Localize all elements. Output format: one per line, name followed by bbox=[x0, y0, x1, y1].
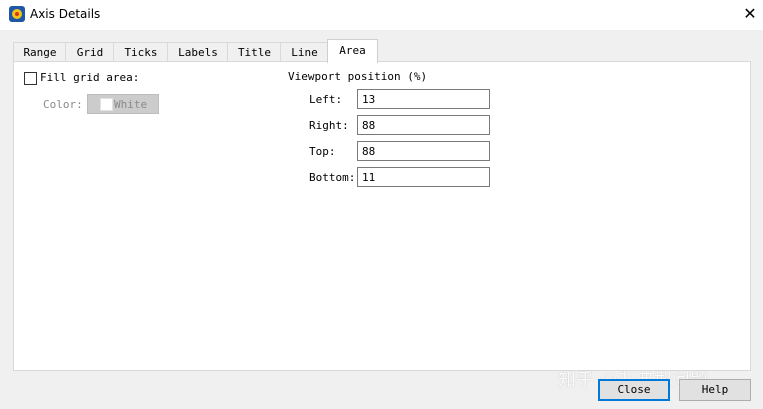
title-bar: Axis Details ✕ bbox=[0, 0, 763, 30]
top-input[interactable] bbox=[357, 141, 490, 161]
tab-labels[interactable]: Labels bbox=[167, 42, 229, 62]
tab-line[interactable]: Line bbox=[280, 42, 329, 62]
color-label: Color: bbox=[43, 98, 83, 111]
help-button[interactable]: Help bbox=[679, 379, 751, 401]
color-picker-button[interactable]: White bbox=[87, 94, 159, 114]
viewport-position-heading: Viewport position (%) bbox=[288, 70, 428, 83]
window-title: Axis Details bbox=[30, 7, 101, 21]
tab-grid[interactable]: Grid bbox=[65, 42, 115, 62]
right-label: Right: bbox=[309, 119, 349, 132]
top-label: Top: bbox=[309, 145, 336, 158]
right-input[interactable] bbox=[357, 115, 490, 135]
tab-range[interactable]: Range bbox=[13, 42, 67, 62]
close-button[interactable]: Close bbox=[598, 379, 670, 401]
app-icon bbox=[9, 6, 25, 22]
tab-ticks[interactable]: Ticks bbox=[113, 42, 169, 62]
fill-grid-area-checkbox[interactable] bbox=[24, 72, 37, 85]
color-swatch bbox=[100, 98, 113, 111]
color-value: White bbox=[114, 98, 148, 111]
left-input[interactable] bbox=[357, 89, 490, 109]
tab-title[interactable]: Title bbox=[227, 42, 282, 62]
bottom-input[interactable] bbox=[357, 167, 490, 187]
tab-area[interactable]: Area bbox=[327, 39, 378, 63]
left-label: Left: bbox=[309, 93, 343, 106]
fill-grid-area-label: Fill grid area: bbox=[40, 71, 140, 84]
close-icon[interactable]: ✕ bbox=[740, 4, 760, 24]
bottom-label: Bottom: bbox=[309, 171, 356, 184]
